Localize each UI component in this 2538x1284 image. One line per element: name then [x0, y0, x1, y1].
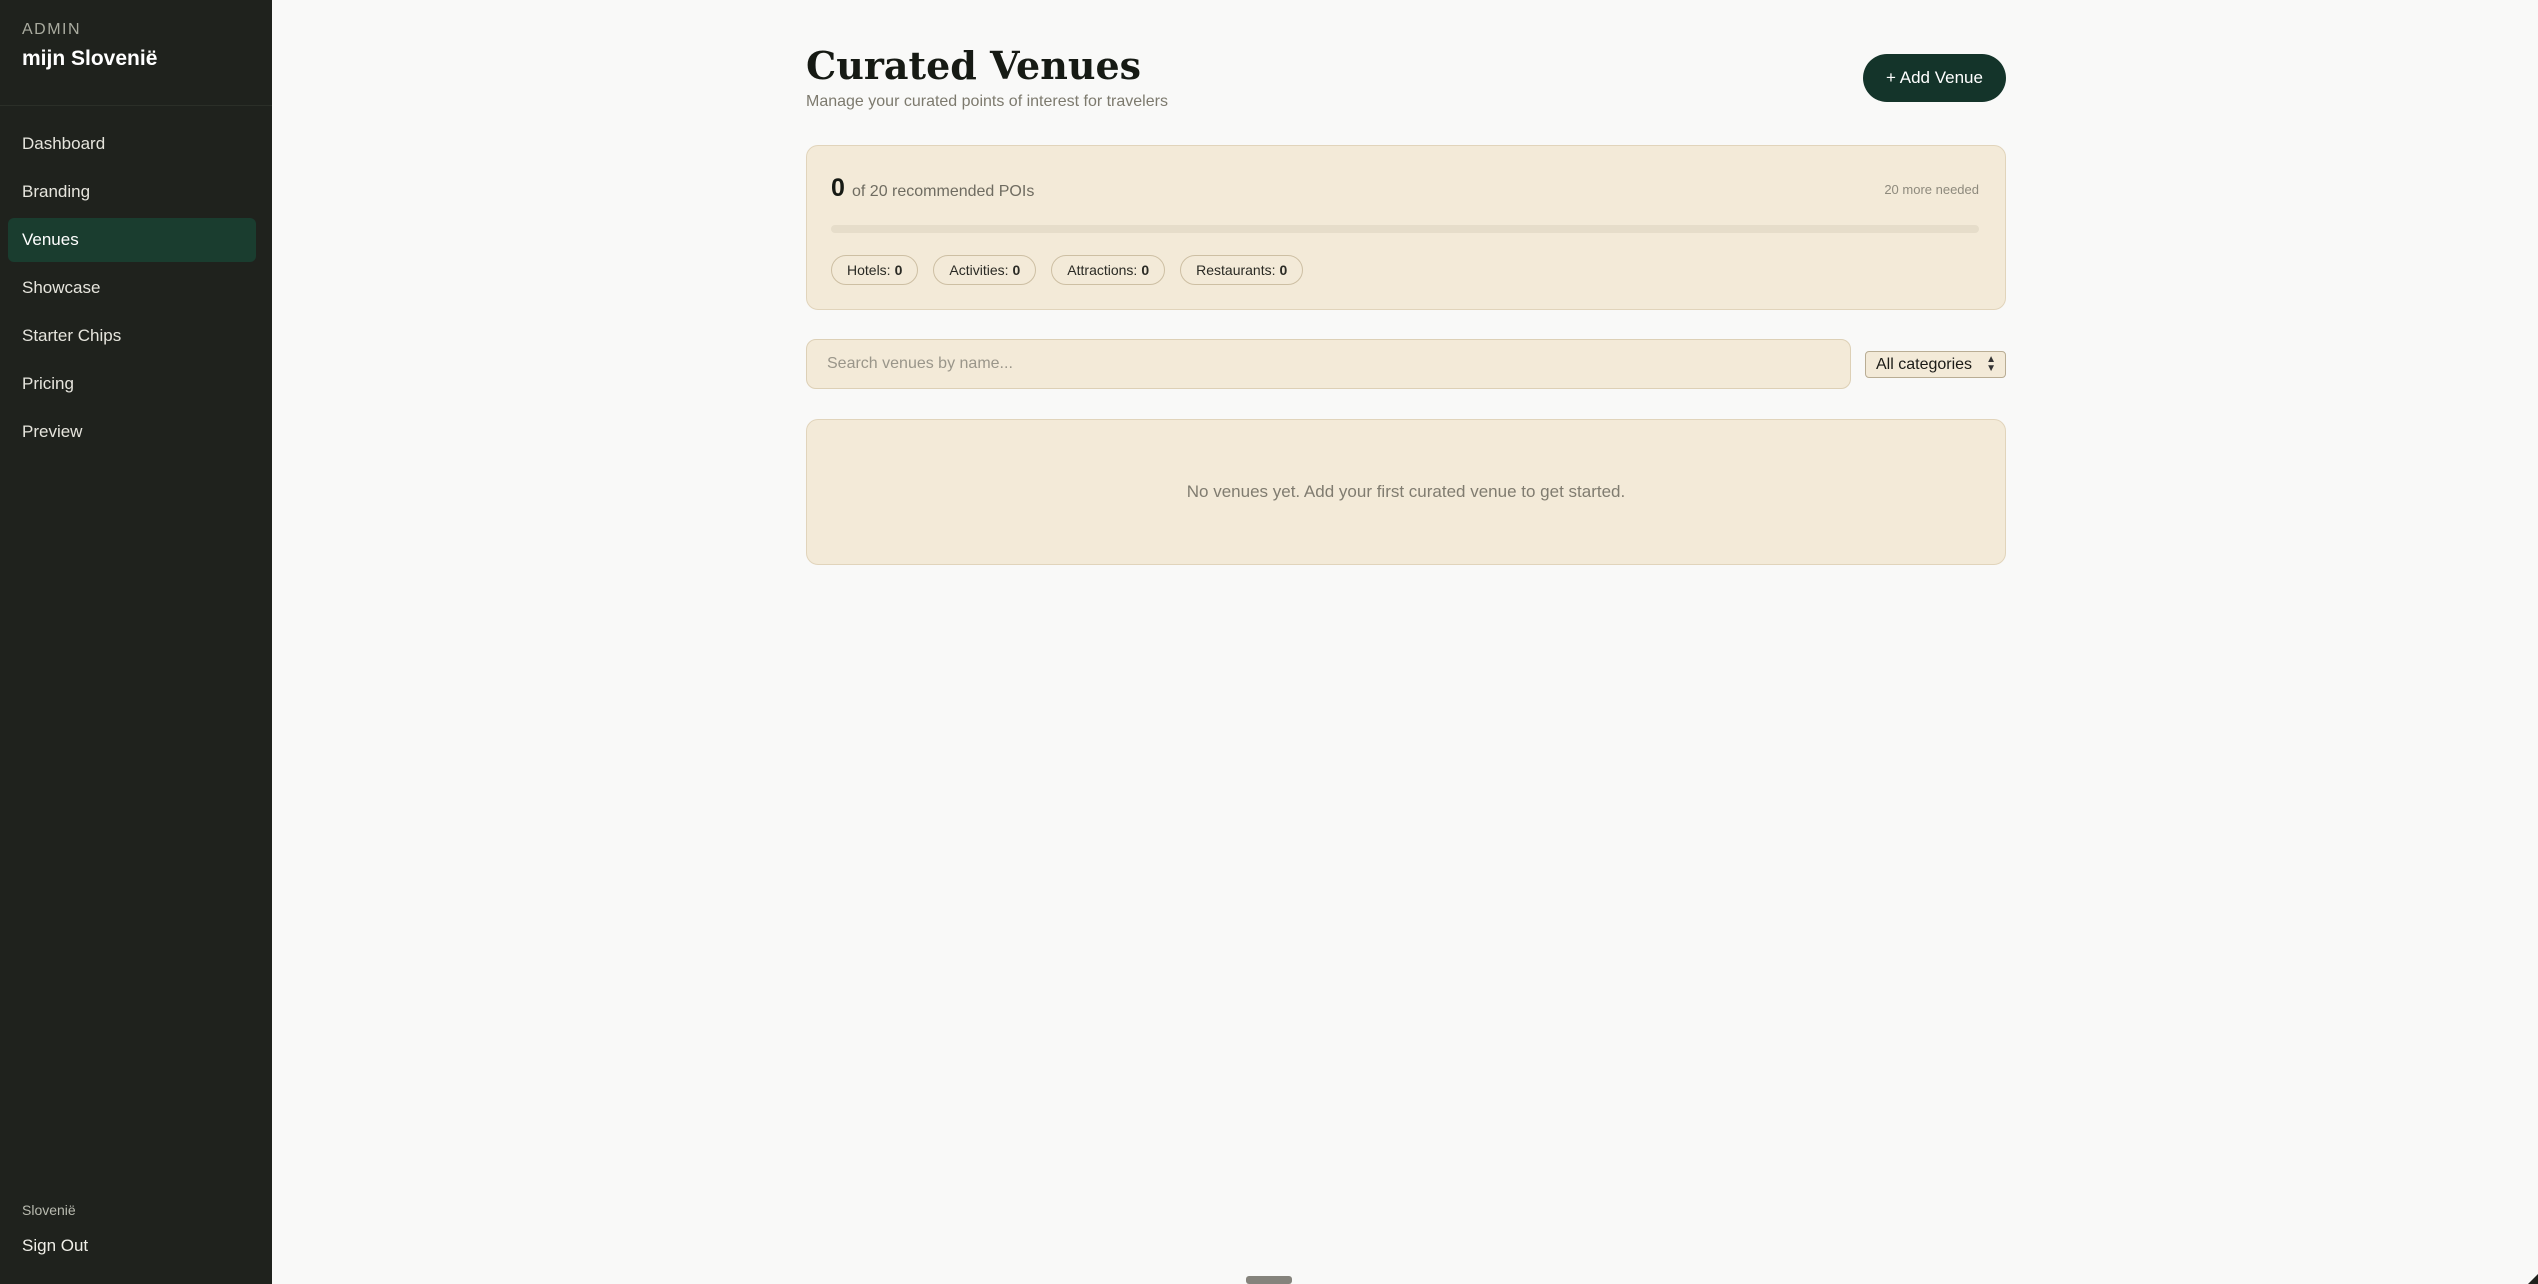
chip-value: 0: [1141, 262, 1150, 278]
poi-target-text: of 20 recommended POIs: [852, 183, 1035, 200]
chip-value: 0: [1279, 262, 1288, 278]
add-venue-button[interactable]: + Add Venue: [1863, 54, 2006, 102]
poi-count: 0: [831, 174, 845, 202]
sidebar-nav: Dashboard Branding Venues Showcase Start…: [8, 122, 256, 458]
category-counts: Hotels: 0 Activities: 0 Attractions: 0 Rest…: [831, 255, 1304, 285]
hotels-count-chip: Hotels: 0: [831, 255, 919, 285]
chip-label: Activities:: [949, 262, 1009, 278]
sidebar-item-label: Venues: [22, 230, 79, 249]
poi-stats-card: 0 of 20 recommended POIs 20 more needed …: [806, 145, 2006, 310]
chip-value: 0: [1012, 262, 1021, 278]
resize-corner-icon: [2528, 1274, 2538, 1284]
category-select-value: All categories: [1876, 355, 1973, 373]
admin-label: ADMIN: [22, 21, 82, 38]
attractions-count-chip: Attractions: 0: [1051, 255, 1166, 285]
chip-label: Hotels:: [847, 262, 891, 278]
activities-count-chip: Activities: 0: [933, 255, 1037, 285]
restaurants-count-chip: Restaurants: 0: [1180, 255, 1304, 285]
sidebar-item-showcase[interactable]: Showcase: [8, 266, 256, 310]
sidebar: ADMIN mijn Slovenië Dashboard Branding V…: [0, 0, 272, 1284]
chip-label: Attractions:: [1067, 262, 1138, 278]
sidebar-item-label: Pricing: [22, 374, 74, 393]
sidebar-item-label: Starter Chips: [22, 326, 122, 345]
sidebar-footer: Slovenië Sign Out: [22, 1202, 252, 1284]
page-subtitle: Manage your curated points of interest f…: [806, 93, 1168, 110]
chip-label: Restaurants:: [1196, 262, 1276, 278]
sidebar-item-starter-chips[interactable]: Starter Chips: [8, 314, 256, 358]
sidebar-item-branding[interactable]: Branding: [8, 170, 256, 214]
sidebar-item-dashboard[interactable]: Dashboard: [8, 122, 256, 166]
select-arrows-icon: ▲ ▼: [1986, 354, 1996, 374]
sidebar-item-label: Preview: [22, 422, 83, 441]
main-area: Curated Venues Manage your curated point…: [272, 0, 2538, 1284]
country-label: Slovenië: [22, 1202, 76, 1218]
chip-value: 0: [894, 262, 903, 278]
empty-state: No venues yet. Add your first curated ve…: [806, 419, 2006, 565]
sign-out-button[interactable]: Sign Out: [22, 1236, 252, 1256]
site-title: mijn Slovenië: [22, 47, 158, 70]
sidebar-item-label: Branding: [22, 182, 91, 201]
empty-state-message: No venues yet. Add your first curated ve…: [1186, 482, 1626, 501]
sidebar-item-preview[interactable]: Preview: [8, 410, 256, 454]
sidebar-item-label: Dashboard: [22, 134, 106, 153]
sidebar-header: ADMIN mijn Slovenië: [0, 0, 272, 106]
sidebar-item-venues[interactable]: Venues: [8, 218, 256, 262]
page-title: Curated Venues: [806, 43, 1142, 88]
poi-needed-text: 20 more needed: [1884, 182, 1979, 197]
sidebar-item-label: Showcase: [22, 278, 101, 297]
scroll-handle[interactable]: [1246, 1276, 1292, 1284]
venue-search-input[interactable]: [806, 339, 1851, 389]
poi-progress-bar: [831, 225, 1979, 233]
category-select[interactable]: All categories ▲ ▼: [1865, 351, 2006, 378]
sidebar-item-pricing[interactable]: Pricing: [8, 362, 256, 406]
